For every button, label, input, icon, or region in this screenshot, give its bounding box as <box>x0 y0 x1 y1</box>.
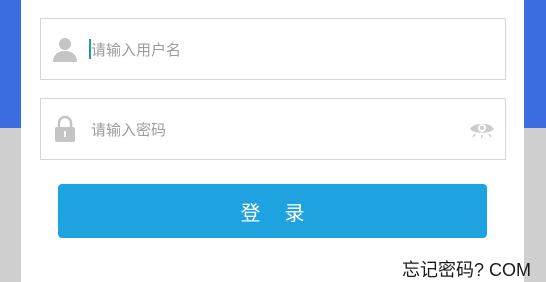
user-icon <box>51 35 79 63</box>
watermark-text: 忘记密码? COM <box>402 260 532 280</box>
lock-icon <box>51 115 79 143</box>
username-field[interactable]: 请输入用户名 <box>40 18 506 80</box>
password-field[interactable]: 请输入密码 <box>40 98 506 160</box>
password-placeholder: 请输入密码 <box>91 121 167 139</box>
eye-icon[interactable] <box>469 119 495 139</box>
username-placeholder: 请输入用户名 <box>91 41 182 59</box>
login-card: 请输入用户名 请输入密码 登录 <box>21 0 524 282</box>
login-button[interactable]: 登录 <box>58 184 487 238</box>
